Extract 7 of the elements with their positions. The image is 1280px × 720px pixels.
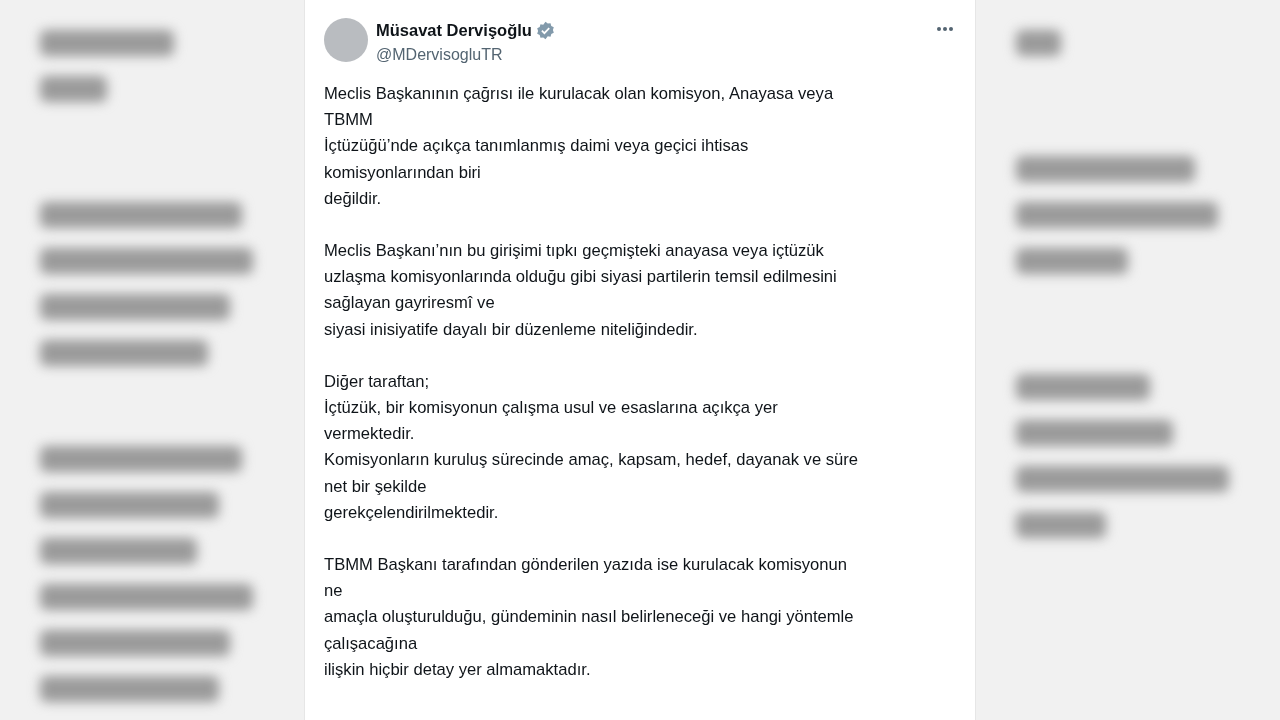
post-paragraph: Diğer taraftan; İçtüzük, bir komisyonun çalışma usul ve esaslarına açıkça yer vermektedir. Komisyonların kuruluş sürecinde amaç, kapsam, hedef, dayanak ve süre net bir şekilde gerekçelendirilmektedir. [324, 370, 860, 524]
post-paragraph: TBMM Başkanı tarafından gönderilen yazıda ise kurulacak komisyonun ne amaçla oluşturulduğu, gündeminin nasıl belirleneceği ve hangi yöntemle çalışacağına ilişkin hiçbir detay yer almamaktadır. [324, 554, 855, 681]
author-name[interactable]: Müsavat Dervişoğlu [376, 20, 532, 40]
post-paragraph: Meclis Başkanının çağrısı ile kurulacak olan komisyon, Anayasa veya TBMM İçtüzüğü’nde açıkça tanımlanmış daimi veya geçici ihtisas komisyonlarından biri değildir. [324, 83, 835, 210]
author-handle[interactable]: @MDervisogluTR [376, 45, 928, 65]
post-paragraph: Meclis Başkanı’nın bu girişimi tıpkı geçmişteki anayasa veya içtüzük uzlaşma komisyonlarında olduğu gibi siyasi partilerin temsil edilmesini sağlayan gayriresmî ve siyasi inisiyatife dayalı bir düzenleme niteliğindedir. [324, 240, 838, 341]
more-icon[interactable] [936, 26, 954, 32]
